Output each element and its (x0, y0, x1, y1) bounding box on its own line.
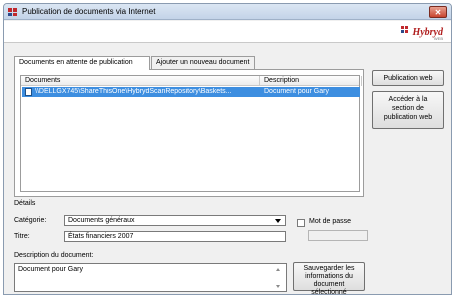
category-select[interactable]: Documents généraux (64, 215, 286, 226)
access-publication-section-button[interactable]: Accéder à la section de publication web (372, 91, 444, 129)
category-label: Catégorie: (14, 217, 47, 224)
tab-add-document[interactable]: Ajouter un nouveau document (151, 56, 255, 69)
pending-documents-panel: Documents Description \\DELLGX745\ShareT… (14, 69, 364, 197)
tab-label: Documents en attente de publication (19, 59, 133, 66)
password-field[interactable] (308, 230, 368, 241)
document-description-cell: Document pour Gary (264, 88, 329, 95)
title-label: Titre: (14, 233, 30, 240)
document-icon (25, 88, 32, 96)
details-heading: Détails (14, 200, 36, 207)
button-label-line: section de (392, 105, 424, 112)
document-path-cell: \\DELLGX745\ShareThisOne\HybrydScanRepos… (35, 88, 232, 95)
title-value: États financiers 2007 (68, 233, 134, 240)
category-value: Documents généraux (68, 217, 135, 224)
tab-label: Ajouter un nouveau document (156, 59, 250, 66)
window-title: Publication de documents via Internet (22, 7, 156, 16)
button-label-line: document sélectionné (311, 281, 347, 295)
close-icon: ✕ (434, 8, 442, 17)
description-textarea[interactable]: Document pour Gary (14, 263, 287, 292)
table-row[interactable]: \\DELLGX745\ShareThisOne\HybrydScanRepos… (22, 87, 360, 97)
save-document-info-button[interactable]: Sauvegarder les informations du document… (293, 262, 365, 294)
title-field[interactable]: États financiers 2007 (64, 231, 286, 242)
title-bar: Publication de documents via Internet ✕ (4, 4, 451, 20)
button-label-line: Sauvegarder les (303, 265, 355, 272)
password-checkbox[interactable] (297, 219, 305, 227)
chevron-down-icon (275, 219, 281, 223)
button-label-line: informations du (305, 273, 353, 280)
column-separator[interactable] (361, 76, 362, 86)
close-button[interactable]: ✕ (429, 6, 447, 18)
description-value: Document pour Gary (18, 266, 83, 273)
publish-web-button[interactable]: Publication web (372, 70, 444, 86)
scroll-down-icon[interactable] (276, 285, 280, 288)
scroll-up-icon[interactable] (276, 268, 280, 271)
password-label: Mot de passe (309, 218, 352, 225)
column-header-documents[interactable]: Documents (21, 77, 60, 86)
description-label: Description du document: (14, 252, 94, 259)
button-label: Publication web (383, 75, 433, 82)
logo-subtext: WEB (433, 36, 443, 41)
publication-window: Publication de documents via Internet ✕ … (3, 3, 452, 295)
button-label-line: Accéder à la (388, 96, 428, 103)
list-header: Documents Description (21, 76, 362, 86)
column-header-description[interactable]: Description (260, 77, 299, 86)
header-band: Hybryd WEB (4, 21, 451, 43)
app-icon (8, 8, 17, 16)
button-label-line: publication web (383, 114, 433, 121)
documents-list[interactable]: Documents Description \\DELLGX745\ShareT… (20, 75, 362, 192)
tab-pending-documents[interactable]: Documents en attente de publication (14, 56, 150, 70)
